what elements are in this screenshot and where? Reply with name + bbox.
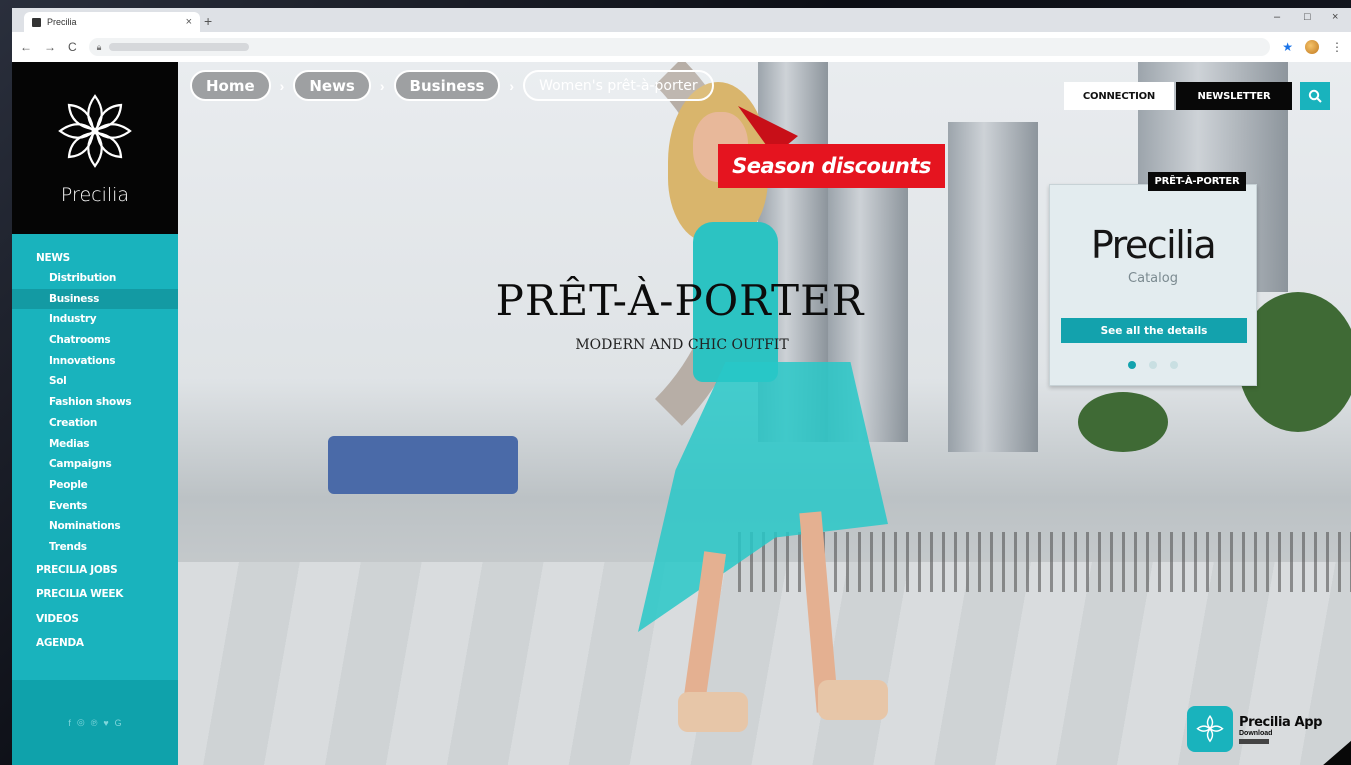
brand-name: Precilia [60,184,130,206]
window-close-button[interactable]: × [1332,11,1338,23]
sidebar-item-agenda[interactable]: AGENDA [12,631,178,656]
breadcrumb: Home › News › Business › Women's prêt-à-… [190,70,714,101]
sidebar-item-distribution[interactable]: Distribution [12,268,178,289]
sidebar-item-precilia-jobs[interactable]: PRECILIA JOBS [12,558,178,583]
browser-menu-button[interactable]: ⋮ [1331,40,1343,54]
bookmark-star-icon[interactable]: ★ [1282,40,1293,54]
profile-avatar-icon[interactable] [1305,40,1319,54]
page-corner-decoration [1322,740,1351,765]
catalog-brand: Precilia [1090,223,1217,267]
sidebar-item-events[interactable]: Events [12,496,178,517]
sidebar-item-sol[interactable]: Sol [12,371,178,392]
carousel-dot[interactable] [1170,361,1178,369]
breadcrumb-separator: › [509,77,515,94]
carousel-dot[interactable] [1149,361,1157,369]
breadcrumb-home[interactable]: Home [190,70,271,101]
season-discounts-banner[interactable]: Season discounts [718,144,945,188]
sidebar-item-fashion-shows[interactable]: Fashion shows [12,392,178,413]
breadcrumb-separator: › [279,77,285,94]
reload-button[interactable]: C [68,40,77,54]
favicon-icon [32,17,41,27]
model-shoe [818,680,888,720]
tab-strip: Precilia × + – □ × [12,8,1351,32]
search-button[interactable] [1300,82,1330,110]
tree-shape [1078,392,1168,452]
sidebar-item-news[interactable]: NEWS [12,248,178,268]
url-text-blurred [109,43,250,51]
lotus-mandala-icon [58,94,132,168]
breadcrumb-separator: › [379,77,385,94]
lotus-mandala-icon [1196,714,1224,743]
sidebar-item-chatrooms[interactable]: Chatrooms [12,330,178,351]
see-details-button[interactable]: See all the details [1061,318,1247,343]
hero-subheadline: MODERN AND CHIC OUTFIT [575,337,789,353]
desktop-frame: Precilia × + – □ × ← → C 🔒︎ ★ ⋮ Precilia… [0,0,1351,765]
breadcrumb-news[interactable]: News [293,70,371,101]
sidebar-item-campaigns[interactable]: Campaigns [12,454,178,475]
forward-button[interactable]: → [44,40,56,54]
app-subtitle: Download [1239,729,1273,737]
search-icon [1308,89,1322,103]
google-plus-icon[interactable]: G [115,718,122,728]
sidebar-item-precilia-week[interactable]: PRECILIA WEEK [12,582,178,607]
lock-icon: 🔒︎ [96,41,102,52]
instagram-icon[interactable]: ◎ [77,717,85,728]
catalog-tag: PRÊT-À-PORTER [1148,172,1246,191]
app-title: Precilia App [1239,714,1323,730]
catalog-subtitle: Catalog [1128,271,1178,286]
carousel-dot[interactable] [1128,361,1136,369]
twitter-icon[interactable]: ♥ [103,718,108,728]
brand-logo[interactable]: Precilia [12,62,178,234]
app-badge-text: Precilia App Download [1239,715,1322,744]
minimize-button[interactable]: – [1274,11,1280,23]
connection-button[interactable]: CONNECTION [1064,82,1174,110]
bus-shape [328,436,518,494]
sidebar-item-medias[interactable]: Medias [12,434,178,455]
skyscraper-shape [948,122,1038,452]
pinterest-icon[interactable]: ℗ [91,718,98,728]
newsletter-button[interactable]: NEWSLETTER [1176,82,1292,110]
back-button[interactable]: ← [20,40,32,54]
browser-chrome: Precilia × + – □ × ← → C 🔒︎ ★ ⋮ [12,8,1351,62]
model-dress-skirt [638,362,888,632]
sidebar-item-creation[interactable]: Creation [12,413,178,434]
sidebar-item-videos[interactable]: VIDEOS [12,607,178,632]
model-shoe [678,692,748,732]
social-links: f ◎ ℗ ♥ G [12,680,178,765]
sidebar-item-trends[interactable]: Trends [12,537,178,558]
sidebar-item-innovations[interactable]: Innovations [12,351,178,372]
store-logo-icon [1239,738,1269,744]
tab-title: Precilia [47,17,77,27]
hero-headline: PRÊT-À-PORTER [495,276,865,325]
sidebar-item-business[interactable]: Business [12,288,178,310]
sidebar-item-people[interactable]: People [12,475,178,496]
sidebar-item-nominations[interactable]: Nominations [12,516,178,537]
catalog-card: Precilia Catalog See all the details [1049,184,1257,386]
app-download-badge[interactable]: Precilia App Download [1187,705,1327,753]
web-page: Precilia NEWS Distribution Business Indu… [12,62,1351,765]
facebook-icon[interactable]: f [68,718,71,728]
breadcrumb-current: Women's prêt-à-porter [523,70,714,101]
tab-close-button[interactable]: × [186,16,192,28]
breadcrumb-business[interactable]: Business [393,70,501,101]
sidebar-item-industry[interactable]: Industry [12,309,178,330]
browser-toolbar: ← → C 🔒︎ ★ ⋮ [12,32,1351,62]
browser-tab[interactable]: Precilia × [24,12,200,32]
maximize-button[interactable]: □ [1304,11,1311,23]
app-logo-icon [1187,706,1233,752]
address-bar[interactable]: 🔒︎ [88,38,1271,56]
new-tab-button[interactable]: + [204,13,212,29]
carousel-dots [1050,361,1256,369]
